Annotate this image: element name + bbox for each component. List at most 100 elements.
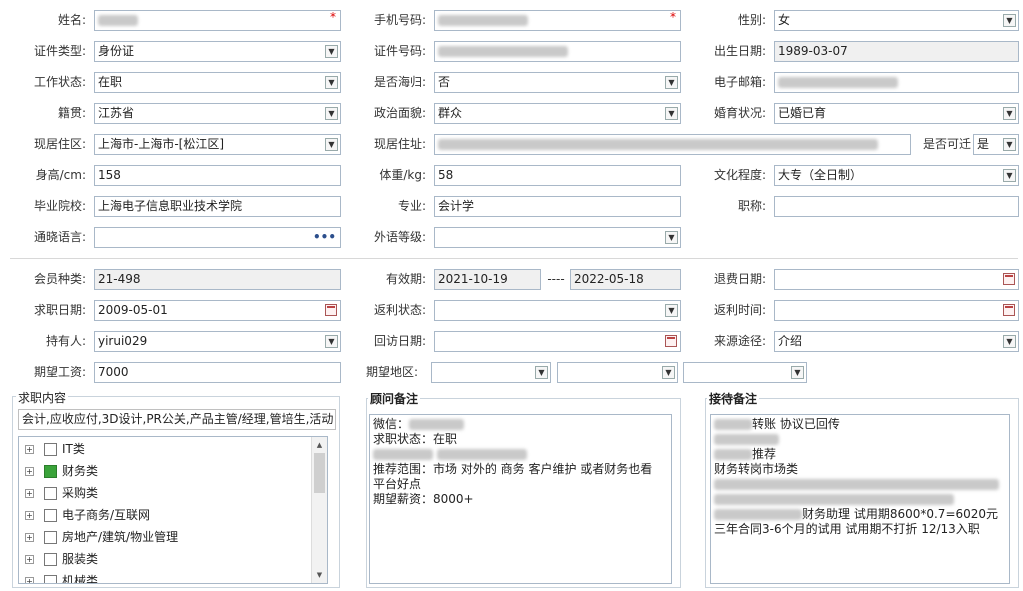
scroll-up-icon[interactable]: ▲ <box>312 438 327 452</box>
address-value-redacted <box>438 139 878 150</box>
overseas-select[interactable]: 否 ▼ <box>434 72 681 93</box>
revisit-date-field[interactable] <box>434 331 681 352</box>
calendar-icon[interactable] <box>1003 304 1015 316</box>
redacted-text <box>436 449 527 460</box>
note-line: 推荐范围：市场 对外的 商务 客户维护 或者财务也看 <box>373 462 653 476</box>
chevron-down-icon[interactable]: ▼ <box>665 304 678 317</box>
source-select[interactable]: 介绍 ▼ <box>774 331 1019 352</box>
id-no-value-redacted <box>438 46 568 57</box>
checkbox[interactable] <box>44 575 57 583</box>
salary-field[interactable]: 7000 <box>94 362 341 383</box>
education-select[interactable]: 大专（全日制） ▼ <box>774 165 1019 186</box>
gender-value: 女 <box>778 13 791 27</box>
chevron-down-icon[interactable]: ▼ <box>1003 169 1016 182</box>
residence-area-label: 现居住区: <box>33 137 86 151</box>
foreign-level-select[interactable]: ▼ <box>434 227 681 248</box>
checkbox[interactable] <box>44 487 57 500</box>
overseas-label: 是否海归: <box>373 75 426 89</box>
chevron-down-icon[interactable]: ▼ <box>1003 107 1016 120</box>
note-line: 期望薪资：8000+ <box>373 492 474 506</box>
phone-field[interactable]: * <box>434 10 681 31</box>
valid-from-field[interactable]: 2021-10-19 <box>434 269 541 290</box>
checkbox-checked[interactable] <box>44 465 57 478</box>
expand-icon[interactable]: + <box>25 445 34 454</box>
job-title-field[interactable] <box>774 196 1019 217</box>
expand-icon[interactable]: + <box>25 511 34 520</box>
major-field[interactable]: 会计学 <box>434 196 681 217</box>
expand-icon[interactable]: + <box>25 489 34 498</box>
holder-select[interactable]: yirui029 ▼ <box>94 331 341 352</box>
tree-item-machinery[interactable]: + 机械类 <box>25 571 99 584</box>
checkbox[interactable] <box>44 443 57 456</box>
work-status-select[interactable]: 在职 ▼ <box>94 72 341 93</box>
chevron-down-icon[interactable]: ▼ <box>325 138 338 151</box>
calendar-icon[interactable] <box>665 335 677 347</box>
tree-item-realestate[interactable]: + 房地产/建筑/物业管理 <box>25 527 178 547</box>
chevron-down-icon[interactable]: ▼ <box>325 76 338 89</box>
native-place-select[interactable]: 江苏省 ▼ <box>94 103 341 124</box>
note-line: 财务转岗市场类 <box>714 462 799 476</box>
tree-item-ecommerce[interactable]: + 电子商务/互联网 <box>25 505 150 525</box>
chevron-down-icon[interactable]: ▼ <box>1003 138 1016 151</box>
advisor-notes-textarea[interactable]: 微信： 求职状态：在职 推荐范围：市场 对外的 商务 客户维护 或者财务也看 平… <box>369 414 672 584</box>
residence-area-select[interactable]: 上海市-上海市-[松江区] ▼ <box>94 134 341 155</box>
email-field[interactable] <box>774 72 1019 93</box>
tree-item-purchase[interactable]: + 采购类 <box>25 483 98 503</box>
rebate-time-field[interactable] <box>774 300 1019 321</box>
weight-field[interactable]: 58 <box>434 165 681 186</box>
chevron-down-icon[interactable]: ▼ <box>325 45 338 58</box>
rebate-status-select[interactable]: ▼ <box>434 300 681 321</box>
chevron-down-icon[interactable]: ▼ <box>535 366 548 379</box>
chevron-down-icon[interactable]: ▼ <box>662 366 675 379</box>
gender-select[interactable]: 女 ▼ <box>774 10 1019 31</box>
calendar-icon[interactable] <box>325 304 337 316</box>
apply-date-field[interactable]: 2009-05-01 <box>94 300 341 321</box>
scroll-thumb[interactable] <box>314 453 325 493</box>
tree-item-finance[interactable]: + 财务类 <box>25 461 98 481</box>
checkbox[interactable] <box>44 553 57 566</box>
chevron-down-icon[interactable]: ▼ <box>1003 335 1016 348</box>
chevron-down-icon[interactable]: ▼ <box>665 107 678 120</box>
job-summary-field[interactable]: 会计,应收应付,3D设计,PR公关,产品主管/经理,管培生,活动 <box>18 409 336 430</box>
refund-date-field[interactable] <box>774 269 1019 290</box>
marital-select[interactable]: 已婚已育 ▼ <box>774 103 1019 124</box>
tree-item-label: 机械类 <box>62 574 99 584</box>
checkbox[interactable] <box>44 531 57 544</box>
political-select[interactable]: 群众 ▼ <box>434 103 681 124</box>
scrollbar[interactable]: ▲ ▼ <box>311 437 327 583</box>
id-type-select[interactable]: 身份证 ▼ <box>94 41 341 62</box>
reception-notes-textarea[interactable]: 转账 协议已回传 推荐 财务转岗市场类 财务助理 试用期8600*0.7=602… <box>710 414 1010 584</box>
expand-icon[interactable]: + <box>25 533 34 542</box>
rebate-status-label: 返利状态: <box>373 303 426 317</box>
school-field[interactable]: 上海电子信息职业技术学院 <box>94 196 341 217</box>
job-category-tree[interactable]: + IT类 + 财务类 + 采购类 + 电子商务/互联网 + 房地产/建筑/物业管理 + 服… <box>18 436 328 584</box>
region-district-select[interactable]: ▼ <box>683 362 807 383</box>
expand-icon[interactable]: + <box>25 555 34 564</box>
chevron-down-icon[interactable]: ▼ <box>325 335 338 348</box>
scroll-down-icon[interactable]: ▼ <box>312 568 327 582</box>
tree-item-it[interactable]: + IT类 <box>25 439 85 459</box>
region-province-select[interactable]: ▼ <box>431 362 551 383</box>
language-field[interactable]: ••• <box>94 227 341 248</box>
address-field[interactable] <box>434 134 911 155</box>
region-city-select[interactable]: ▼ <box>557 362 678 383</box>
chevron-down-icon[interactable]: ▼ <box>665 76 678 89</box>
birth-field[interactable]: 1989-03-07 <box>774 41 1019 62</box>
more-icon[interactable]: ••• <box>313 228 336 247</box>
member-type-field[interactable]: 21-498 <box>94 269 341 290</box>
valid-to-field[interactable]: 2022-05-18 <box>570 269 681 290</box>
name-field[interactable]: * <box>94 10 341 31</box>
chevron-down-icon[interactable]: ▼ <box>665 231 678 244</box>
checkbox[interactable] <box>44 509 57 522</box>
chevron-down-icon[interactable]: ▼ <box>1003 14 1016 27</box>
height-field[interactable]: 158 <box>94 165 341 186</box>
expand-icon[interactable]: + <box>25 577 34 583</box>
chevron-down-icon[interactable]: ▼ <box>791 366 804 379</box>
expand-icon[interactable]: + <box>25 467 34 476</box>
tree-item-apparel[interactable]: + 服装类 <box>25 549 98 569</box>
chevron-down-icon[interactable]: ▼ <box>325 107 338 120</box>
holder-value: yirui029 <box>98 334 148 348</box>
id-no-field[interactable] <box>434 41 681 62</box>
calendar-icon[interactable] <box>1003 273 1015 285</box>
relocate-select[interactable]: 是 ▼ <box>973 134 1019 155</box>
